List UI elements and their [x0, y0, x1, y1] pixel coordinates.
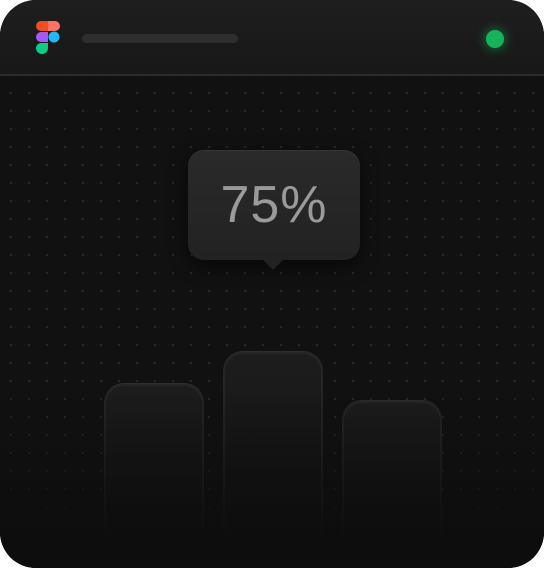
title-bar — [0, 0, 544, 76]
status-dot-icon — [486, 30, 504, 48]
value-tooltip: 75% — [188, 150, 360, 260]
bar[interactable] — [342, 401, 442, 568]
window-title-placeholder — [82, 34, 238, 43]
bar[interactable] — [104, 384, 204, 568]
app-window: 75% — [0, 0, 544, 568]
tooltip-value: 75% — [220, 176, 328, 234]
bar-highlighted[interactable] — [223, 352, 323, 568]
figma-logo-icon[interactable] — [34, 19, 62, 59]
